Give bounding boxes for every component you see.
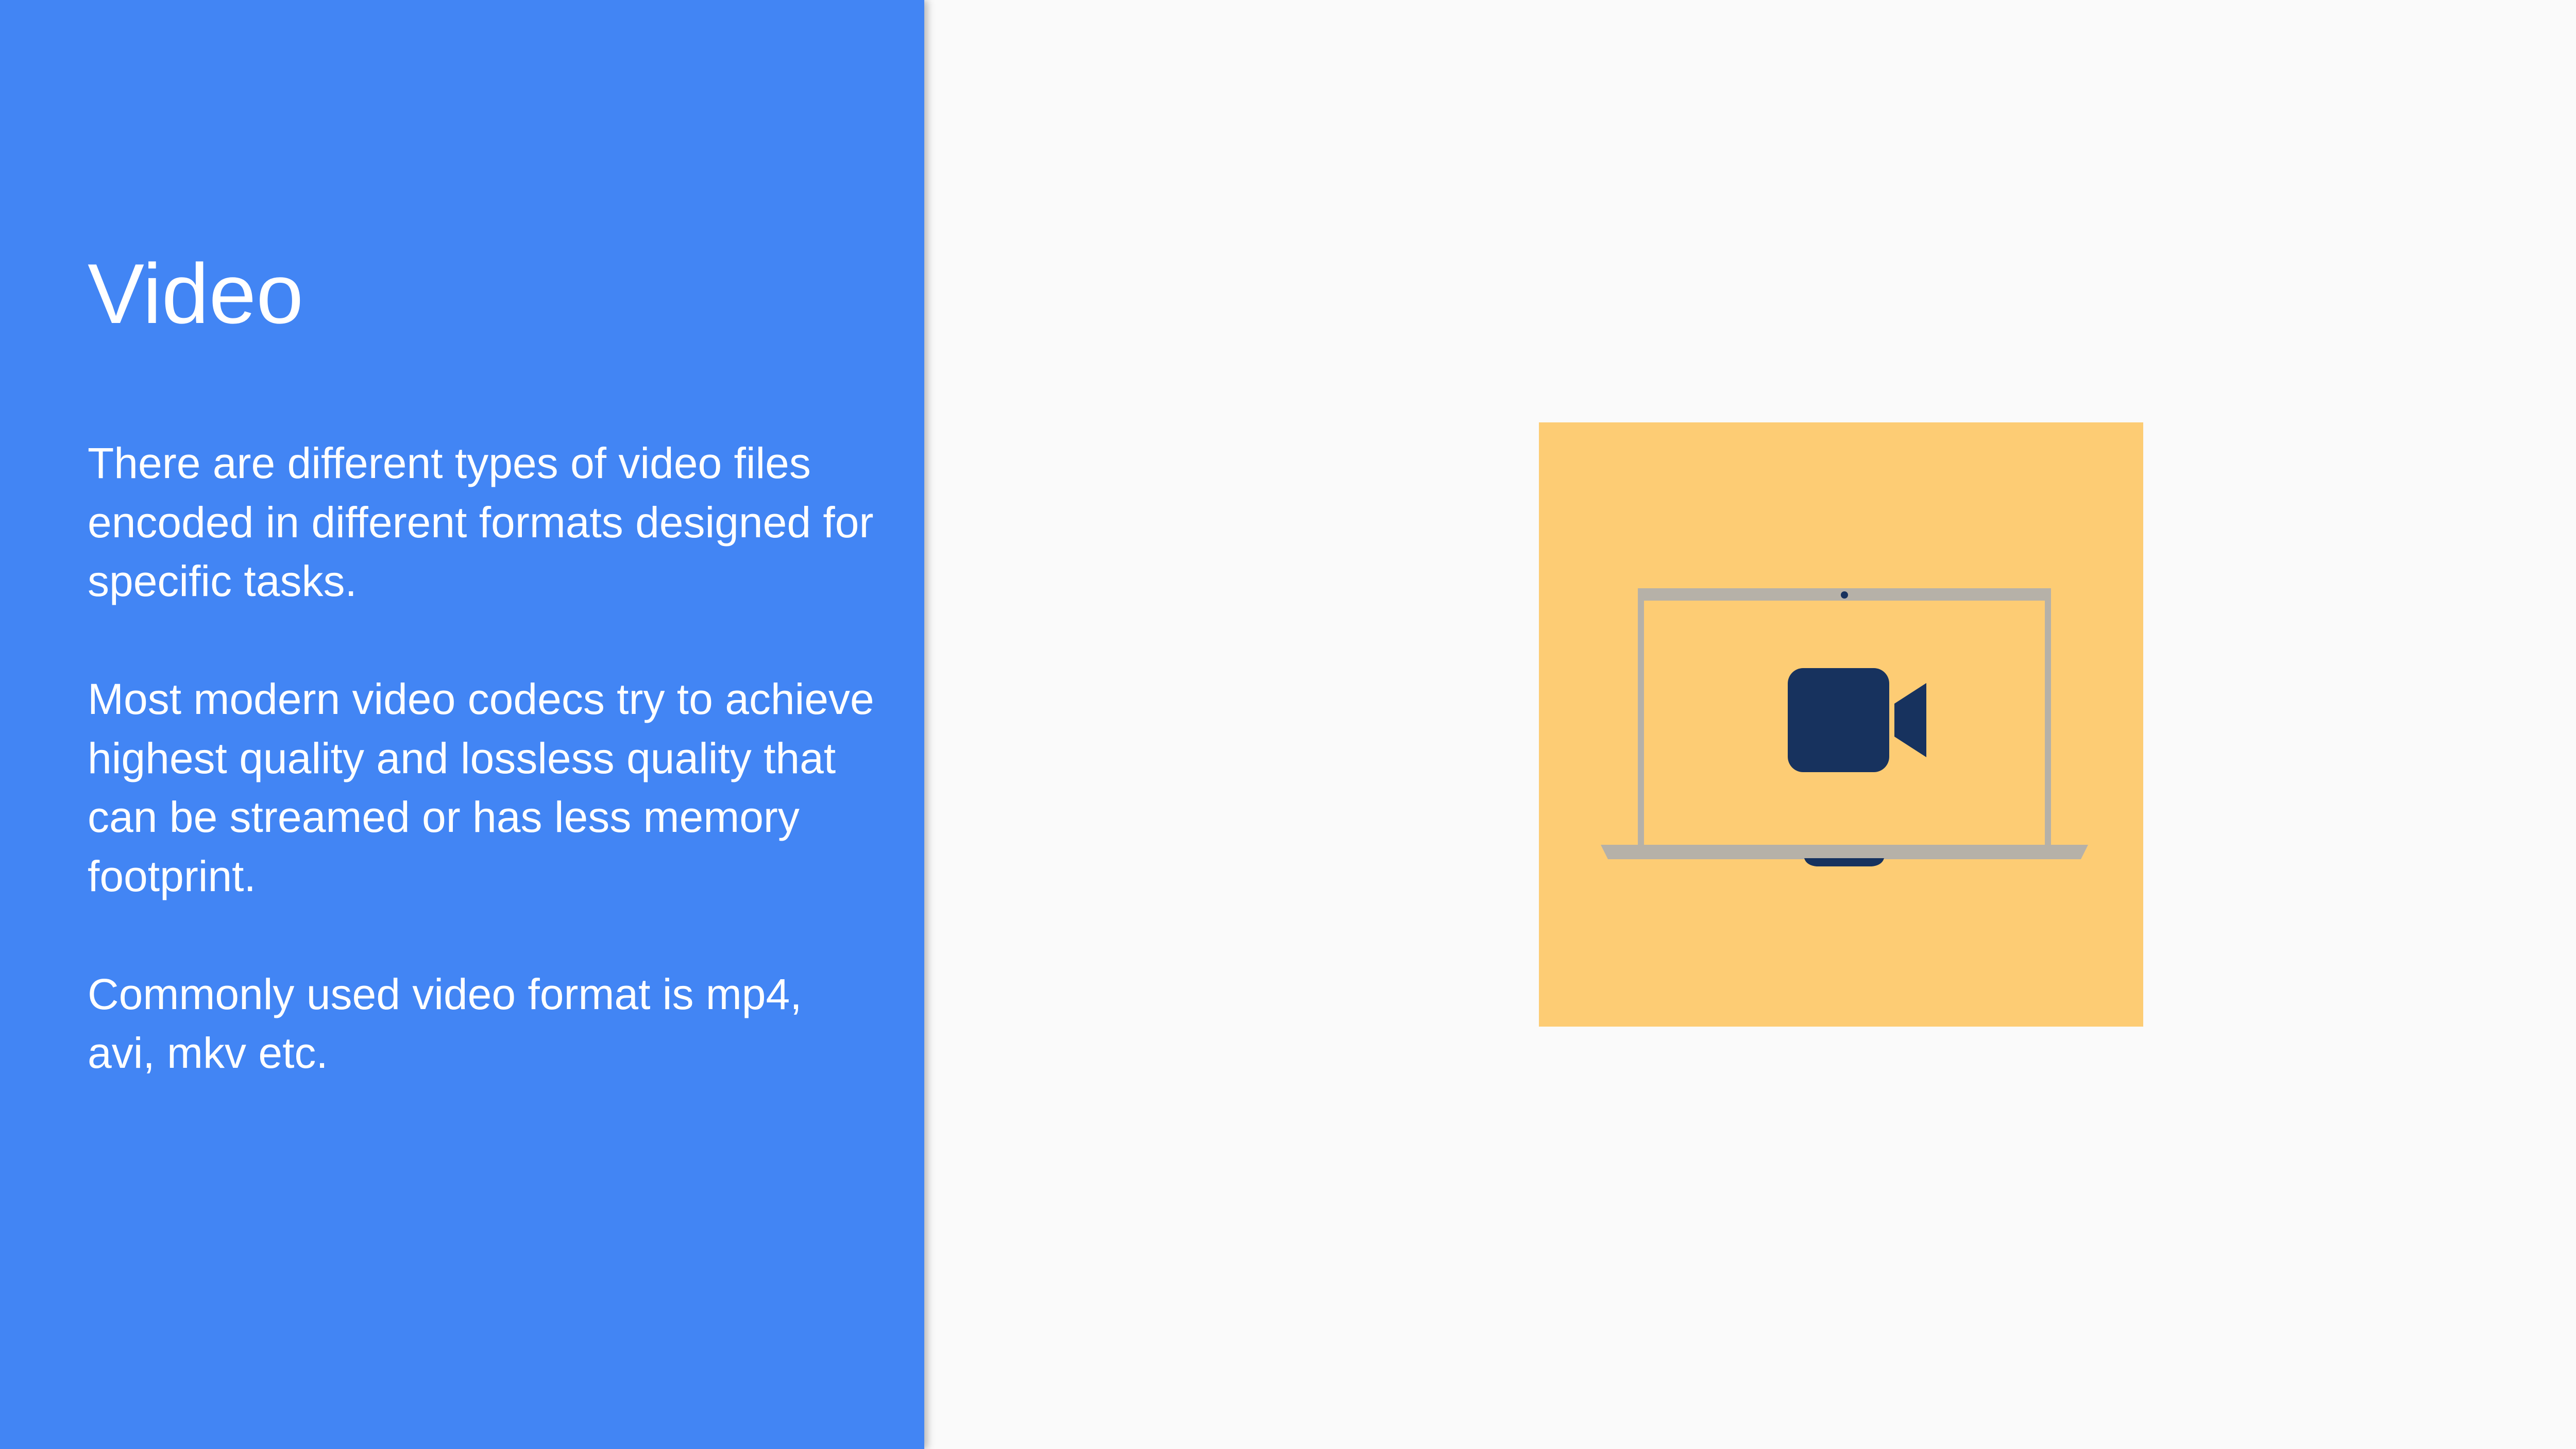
slide-title: Video [88,246,304,341]
camera-body [1788,668,1889,772]
webcam-dot [1841,591,1848,599]
paragraph-common-formats: Commonly used video format is mp4, avi, … [88,969,802,1078]
laptop-base [1601,845,2088,859]
camera-lens [1894,683,1926,757]
text-panel: Video There are different types of video… [0,0,924,1449]
laptop-video-illustration [1539,422,2143,1027]
paragraph-video-file-types: There are different types of video files… [88,439,874,605]
paragraph-video-codecs: Most modern video codecs try to achieve … [88,675,874,900]
slide-body: There are different types of video files… [88,434,881,1141]
laptop-video-camera-icon [1601,588,2088,866]
laptop-notch [1804,858,1884,866]
